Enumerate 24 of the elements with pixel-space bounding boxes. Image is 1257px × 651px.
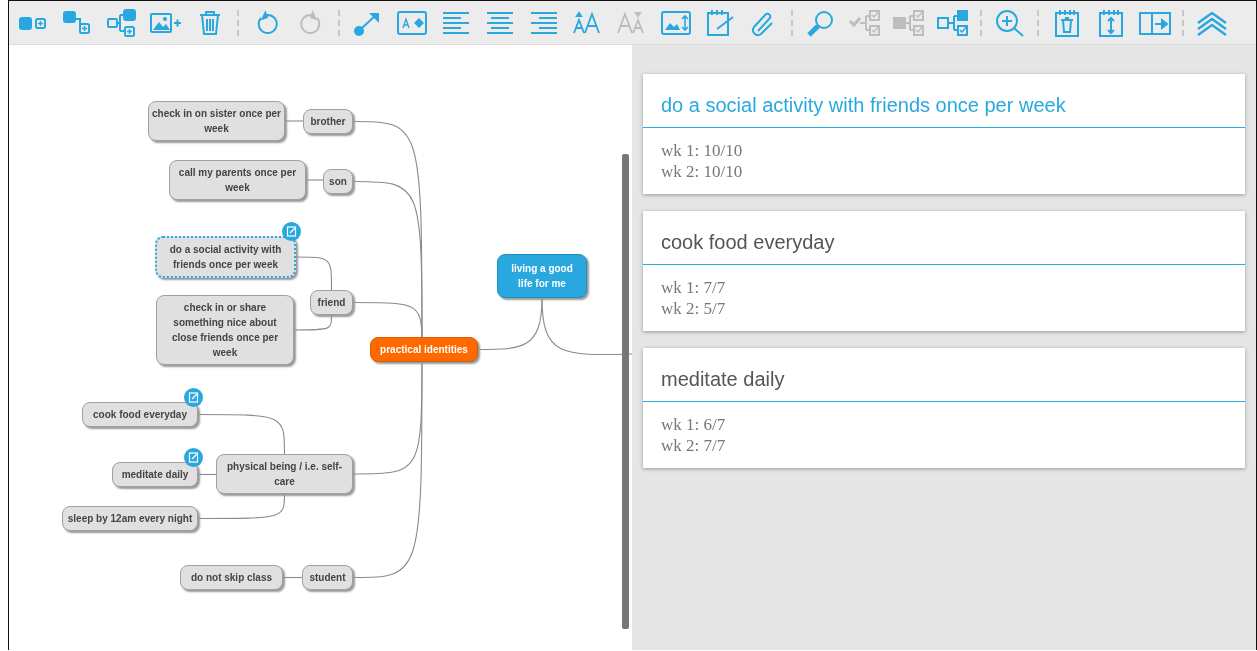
topic-node[interactable]: sleep by 12am every night [62, 506, 198, 531]
topic-node[interactable]: student [302, 565, 353, 590]
topic-node[interactable]: call my parents once per week [169, 160, 306, 200]
note-line: wk 2: 7/7 [661, 435, 727, 456]
note-card[interactable]: meditate daily wk 1: 6/7 wk 2: 7/7 [643, 348, 1245, 468]
note-line: wk 1: 10/10 [661, 140, 744, 161]
note-card[interactable]: do a social activity with friends once per week wk 1: 10/10 wk 2: 10/10 [643, 74, 1245, 194]
note-line: wk 2: 5/7 [661, 298, 727, 319]
note-line: wk 1: 6/7 [661, 414, 727, 435]
topic-node[interactable]: check in on sister once per week [148, 101, 285, 141]
topic-node[interactable]: son [323, 169, 353, 194]
topic-node[interactable]: cook food everyday [82, 402, 198, 427]
topic-node[interactable]: do not skip class [180, 565, 283, 590]
topic-node[interactable]: check in or share something nice about close friends once per week [156, 295, 294, 365]
topic-node[interactable]: meditate daily [112, 462, 198, 487]
topic-node[interactable]: brother [303, 109, 353, 134]
note-title[interactable]: meditate daily [643, 348, 1245, 402]
note-line: wk 2: 10/10 [661, 161, 744, 182]
note-title[interactable]: cook food everyday [643, 211, 1245, 265]
note-card[interactable]: cook food everyday wk 1: 7/7 wk 2: 5/7 [643, 211, 1245, 331]
topic-node[interactable]: physical being / i.e. self-care [216, 454, 353, 494]
note-line: wk 1: 7/7 [661, 277, 727, 298]
topic-node[interactable]: friend [310, 290, 353, 315]
topic-node[interactable]: do a social activity with friends once per week [155, 236, 296, 278]
